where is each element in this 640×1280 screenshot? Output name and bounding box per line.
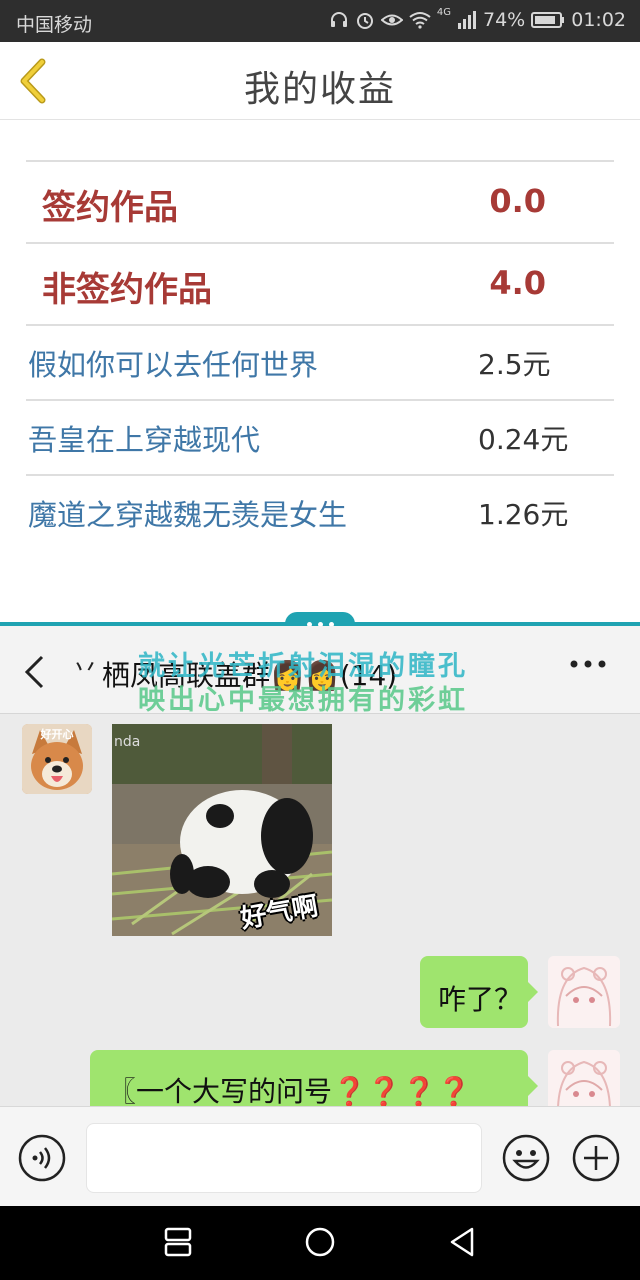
earnings-list: 签约作品 0.0 非签约作品 4.0 假如你可以去任何世界 2.5元 吾皇在上穿… bbox=[26, 160, 614, 549]
eye-icon bbox=[380, 14, 403, 26]
signed-works-label: 签约作品 bbox=[42, 188, 178, 228]
add-icon[interactable] bbox=[572, 1134, 620, 1182]
work-row[interactable]: 魔道之穿越魏无羡是女生 1.26元 bbox=[26, 474, 614, 549]
anime-girl-avatar-icon bbox=[548, 1050, 620, 1106]
outgoing-message[interactable]: 〖一个大写的问号❓❓❓❓ bbox=[90, 1050, 538, 1106]
home-icon[interactable] bbox=[304, 1226, 336, 1258]
work-title: 吾皇在上穿越现代 bbox=[28, 423, 261, 457]
chat-input-bar bbox=[0, 1106, 640, 1206]
emoji-icon[interactable] bbox=[502, 1134, 550, 1182]
status-bar: 中国移动 4G 74% 01:02 bbox=[0, 0, 640, 42]
unsigned-works-value: 4.0 bbox=[489, 264, 546, 302]
nav-back-icon[interactable] bbox=[448, 1226, 476, 1258]
avatar-tag: 好开心 bbox=[40, 728, 74, 741]
panda-sticker[interactable]: nda 好气啊 bbox=[112, 724, 332, 936]
unsigned-works-row[interactable]: 非签约作品 4.0 bbox=[26, 242, 614, 324]
screen: { "status_bar": { "carrier": "中国移动", "ne… bbox=[0, 0, 640, 1280]
lyric-overlay-line2: 映出心中最想拥有的彩虹 bbox=[138, 685, 468, 716]
unsigned-works-label: 非签约作品 bbox=[42, 270, 212, 310]
recent-apps-icon[interactable] bbox=[164, 1226, 192, 1258]
headset-icon bbox=[330, 12, 347, 27]
message-text: 〖一个大写的问号 bbox=[108, 1075, 333, 1106]
battery-icon bbox=[531, 12, 565, 28]
page-title: 我的收益 bbox=[243, 69, 396, 110]
outgoing-message[interactable]: 咋了？ bbox=[420, 956, 538, 1028]
wifi-icon bbox=[409, 12, 431, 29]
signed-works-row[interactable]: 签约作品 0.0 bbox=[26, 160, 614, 242]
alarm-icon bbox=[356, 13, 373, 29]
work-amount: 1.26元 bbox=[478, 498, 569, 531]
work-title: 假如你可以去任何世界 bbox=[28, 348, 319, 382]
sticker-watermark: nda bbox=[114, 734, 141, 750]
clock: 01:02 bbox=[571, 9, 626, 31]
message-text: 咋了？ bbox=[438, 983, 523, 1016]
battery-percent: 74% bbox=[483, 9, 526, 31]
work-title: 魔道之穿越魏无羡是女生 bbox=[28, 498, 348, 532]
chat-header: 丷 栖凤高联盖群👩👩(14) 就让光芒折射泪湿的瞳孔 映出心中最想拥有的彩虹 bbox=[0, 626, 640, 716]
work-row[interactable]: 假如你可以去任何世界 2.5元 bbox=[26, 324, 614, 399]
carrier-label: 中国移动 bbox=[16, 14, 93, 36]
signed-works-value: 0.0 bbox=[489, 182, 546, 220]
app-header: 我的收益 bbox=[0, 42, 640, 120]
signal-icon bbox=[458, 11, 476, 29]
voice-icon[interactable] bbox=[18, 1134, 66, 1182]
work-amount: 2.5元 bbox=[478, 348, 551, 381]
message-input[interactable] bbox=[86, 1123, 482, 1193]
chat-back-icon[interactable] bbox=[22, 654, 46, 690]
anime-girl-avatar-icon bbox=[548, 956, 620, 1028]
sender-avatar[interactable]: 好开心 bbox=[22, 724, 92, 794]
my-avatar[interactable] bbox=[548, 1050, 620, 1106]
network-type: 4G bbox=[436, 6, 451, 18]
more-icon[interactable] bbox=[570, 660, 606, 668]
work-row[interactable]: 吾皇在上穿越现代 0.24元 bbox=[26, 399, 614, 474]
system-nav-bar bbox=[0, 1206, 640, 1280]
work-amount: 0.24元 bbox=[478, 423, 569, 456]
question-marks: ❓❓❓❓ bbox=[332, 1075, 472, 1106]
status-icons: 4G 74% 01:02 bbox=[329, 6, 626, 31]
my-avatar[interactable] bbox=[548, 956, 620, 1028]
chat-window: 丷 栖凤高联盖群👩👩(14) 就让光芒折射泪湿的瞳孔 映出心中最想拥有的彩虹 好… bbox=[0, 626, 640, 1106]
header-marks: 丷 bbox=[72, 654, 99, 684]
